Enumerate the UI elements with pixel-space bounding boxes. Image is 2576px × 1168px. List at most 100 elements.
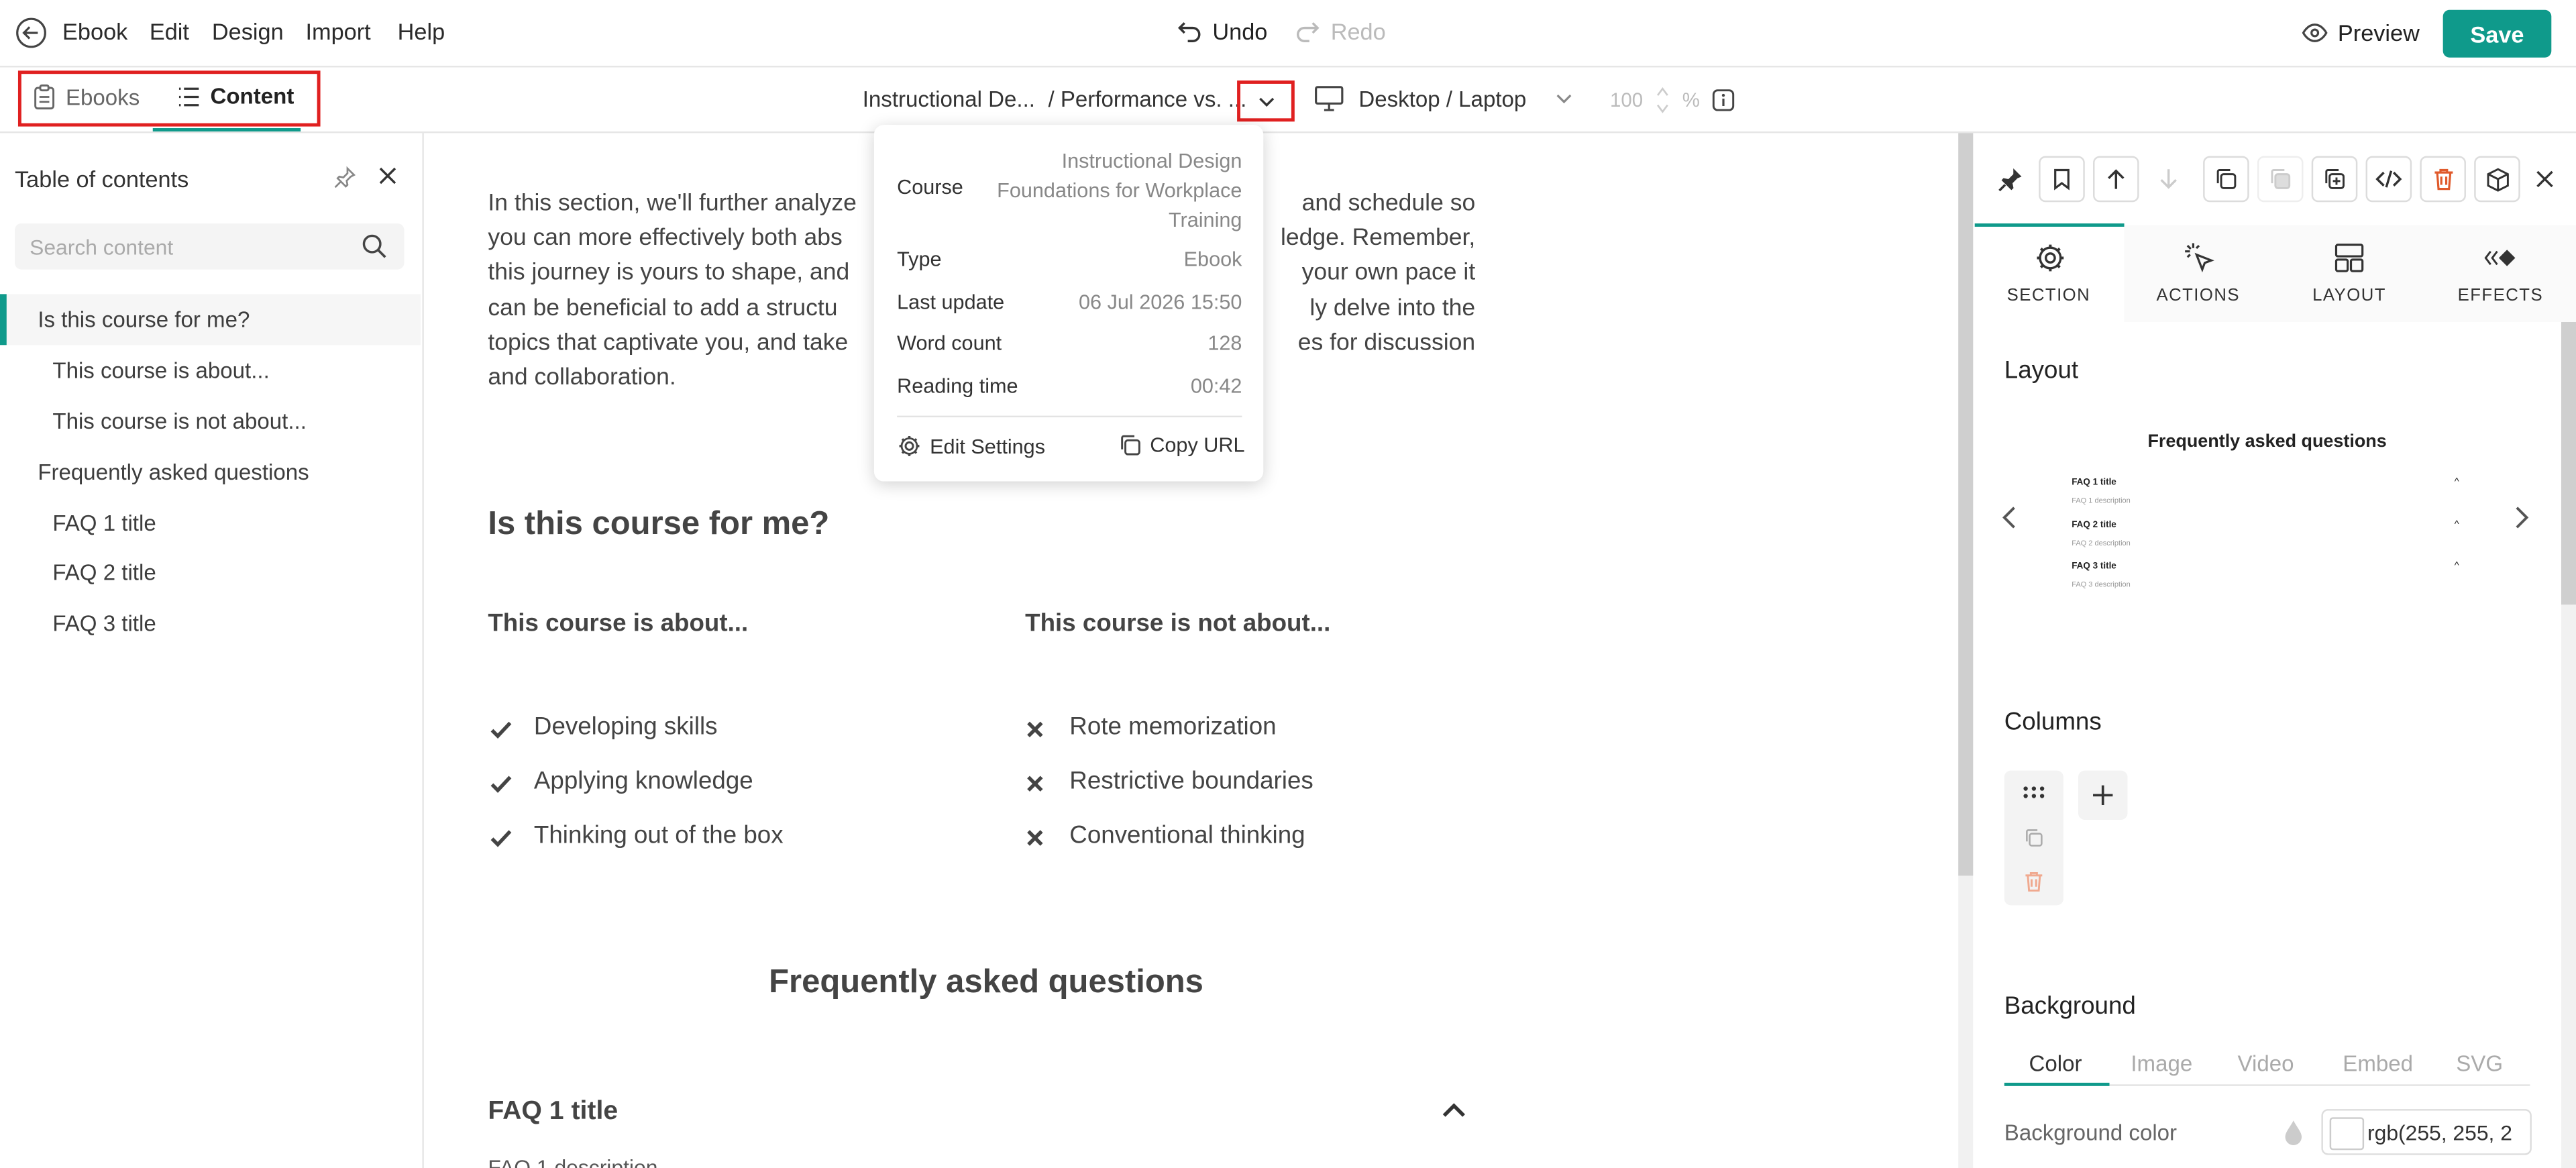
about-item[interactable]: Thinking out of the box [534,822,784,850]
move-up-button[interactable] [2093,156,2139,203]
canvas-scrollbar-thumb[interactable] [1958,133,1974,876]
tab-section[interactable]: SECTION [1983,286,2114,305]
popup-course-value: Instructional Design Foundations for Work… [997,149,1242,232]
monitor-icon [1314,85,1344,111]
bookmark-button[interactable] [2039,156,2085,203]
arrow-down-icon[interactable] [2159,168,2178,191]
panel-scrollbar[interactable] [2561,322,2576,1168]
toc-item-faq3[interactable]: FAQ 3 title [52,611,156,636]
about-item[interactable]: Developing skills [534,713,718,741]
drag-handle-icon[interactable] [2023,786,2045,799]
search-icon[interactable] [362,233,388,260]
box-icon [2486,167,2508,191]
add-copy-button[interactable] [2311,156,2358,203]
close-icon[interactable] [2535,169,2555,189]
faq-heading[interactable]: Frequently asked questions [769,965,1203,1002]
not-about-item[interactable]: Restrictive boundaries [1069,767,1313,796]
canvas-scrollbar[interactable] [1958,133,1974,1168]
toc-item-faq1[interactable]: FAQ 1 title [52,511,156,536]
chevron-up-icon[interactable] [1441,1102,1467,1118]
popup-update-value: 06 Jul 2026 15:50 [1079,290,1242,314]
tab-layout[interactable]: LAYOUT [2284,286,2415,305]
menu-design[interactable]: Design [212,18,284,44]
pin-icon[interactable] [333,166,356,189]
course-info-dropdown[interactable] [1237,81,1295,122]
chevron-left-icon[interactable] [2001,505,2017,531]
chevron-right-icon[interactable] [2514,505,2530,531]
back-icon[interactable] [15,16,48,49]
menu-edit[interactable]: Edit [150,18,189,44]
tab-actions[interactable]: ACTIONS [2133,286,2264,305]
duplicate-button[interactable] [2203,156,2249,203]
toc-item-about[interactable]: This course is about... [52,358,269,383]
undo-button[interactable]: Undo [1176,18,1267,44]
search-input[interactable]: Search content [15,223,405,270]
toc-item-not-about[interactable]: This course is not about... [52,409,307,434]
faq1-title[interactable]: FAQ 1 title [488,1098,618,1127]
not-about-heading[interactable]: This course is not about... [1025,610,1330,638]
menu-ebook[interactable]: Ebook [62,18,127,44]
bg-tab-video[interactable]: Video [2238,1051,2294,1076]
preview-item-desc: FAQ 1 description [2072,496,2131,505]
x-mark-icon [1025,720,1044,739]
plus-icon [2093,785,2113,806]
faq1-description[interactable]: FAQ 1 description [488,1155,657,1168]
intro-paragraph-right[interactable]: and schedule so ledge. Remember, your own … [1262,187,1475,362]
device-label[interactable]: Desktop / Laptop [1358,87,1526,112]
tab-ebooks[interactable]: Ebooks [33,84,140,110]
panel-scrollbar-thumb[interactable] [2561,322,2576,605]
active-tab-indicator [152,128,301,131]
code-button[interactable] [2365,156,2412,203]
droplet-icon[interactable] [2282,1119,2305,1147]
copy-url-label: Copy URL [1150,433,1245,457]
not-about-item[interactable]: Conventional thinking [1069,822,1305,850]
tab-content[interactable]: Content [177,84,294,109]
zoom-stepper-icon[interactable] [1656,85,1670,115]
toc-item-faq2[interactable]: FAQ 2 title [52,560,156,585]
preview-item-desc: FAQ 3 description [2072,580,2131,588]
popup-type-label: Type [897,248,942,272]
preview-button[interactable]: Preview [2302,19,2420,46]
bg-tab-image[interactable]: Image [2131,1051,2192,1076]
save-button[interactable]: Save [2443,9,2552,58]
zoom-unit: % [1682,89,1700,112]
device-chevron-icon[interactable] [1554,92,1574,105]
menu-help[interactable]: Help [398,18,445,44]
zoom-input[interactable]: 100 [1610,89,1643,111]
about-heading[interactable]: This course is about... [488,610,748,638]
column-copy-icon[interactable] [2024,828,2043,847]
toc-item-is-this-course[interactable]: Is this course for me? [38,307,250,332]
gear-icon [899,435,920,456]
save-block-button[interactable] [2474,156,2520,203]
preview-title: Frequently asked questions [2147,432,2387,452]
layout-preview-thumbnail[interactable]: Frequently asked questions FAQ 1 title F… [2047,413,2487,643]
not-about-item[interactable]: Rote memorization [1069,713,1276,741]
add-column-button[interactable] [2078,770,2128,820]
bg-tab-svg[interactable]: SVG [2456,1051,2503,1076]
effects-icon [2484,243,2517,272]
copy-url-button[interactable]: Copy URL [1119,434,1245,457]
redo-button[interactable]: Redo [1295,18,1386,44]
about-item[interactable]: Applying knowledge [534,767,753,796]
toc-active-indicator [0,294,7,346]
bg-color-input[interactable]: rgb(255, 255, 2 [2321,1109,2532,1155]
popup-divider [897,415,1242,418]
breadcrumb-page[interactable]: / Performance vs. ... [1048,87,1246,112]
edit-settings-button[interactable]: Edit Settings [897,434,1045,459]
tab-effects[interactable]: EFFECTS [2434,286,2566,305]
paste-button[interactable] [2257,156,2304,203]
color-swatch[interactable] [2329,1117,2365,1151]
info-icon[interactable] [1712,89,1735,111]
close-icon[interactable] [378,166,397,185]
column-trash-icon[interactable] [2024,871,2043,892]
bg-tab-color[interactable]: Color [2029,1051,2082,1076]
course-info-popover: Course Instructional Design Foundations f… [873,125,1264,482]
pin-icon[interactable] [1998,166,2024,192]
toc-item-faq[interactable]: Frequently asked questions [38,460,309,485]
section-heading[interactable]: Is this course for me? [488,506,829,543]
bg-tab-embed[interactable]: Embed [2343,1051,2413,1076]
trash-icon [2434,168,2453,191]
menu-import[interactable]: Import [306,18,371,44]
breadcrumb-course[interactable]: Instructional De... [863,87,1035,112]
delete-button[interactable] [2420,156,2466,203]
